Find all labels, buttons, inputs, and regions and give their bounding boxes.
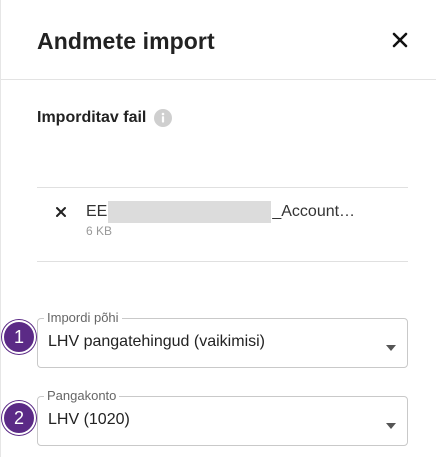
file-name-prefix: EE: [86, 203, 108, 220]
info-icon[interactable]: [154, 109, 173, 127]
import-template-select[interactable]: Impordi põhi LHV pangatehingud (vaikimis…: [37, 310, 408, 368]
step-badge-1: 1: [2, 320, 36, 354]
uploaded-file: EE _Account… 6 KB: [37, 187, 408, 262]
bank-account-value: LHV (1020): [48, 411, 130, 428]
file-size: 6 KB: [86, 224, 113, 238]
file-section-label-text: Imporditav fail: [37, 109, 147, 126]
chevron-down-icon[interactable]: [385, 339, 397, 351]
dialog-header: Andmete import: [1, 0, 436, 80]
chevron-down-icon[interactable]: [385, 417, 397, 429]
remove-file-icon[interactable]: [54, 205, 68, 219]
file-section-label: Imporditav fail: [37, 109, 173, 127]
import-template-value: LHV pangatehingud (vaikimisi): [48, 333, 265, 350]
file-name-suffix: _Account…: [272, 203, 356, 220]
import-template-label: Impordi põhi: [44, 310, 122, 326]
close-icon[interactable]: [389, 29, 411, 51]
import-dialog: Andmete import Imporditav fail EE _Accou…: [0, 0, 436, 457]
file-name: EE _Account…: [86, 201, 355, 223]
dialog-title: Andmete import: [37, 28, 215, 54]
bank-account-label: Pangakonto: [44, 388, 120, 404]
bank-account-select[interactable]: Pangakonto LHV (1020): [37, 388, 408, 446]
step-badge-2: 2: [2, 401, 36, 435]
redacted-text: [108, 201, 272, 223]
